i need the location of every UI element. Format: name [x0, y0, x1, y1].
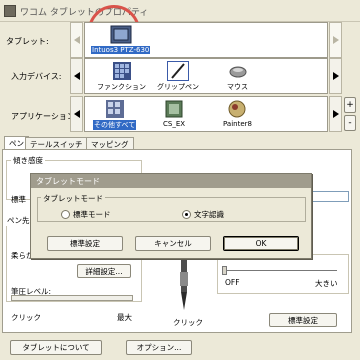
device-next-button[interactable]	[329, 58, 342, 94]
app-item-label: その他すべて	[93, 120, 137, 130]
tablet-icon	[110, 25, 132, 45]
tablet-item-label: Intuos3 PTZ-630	[91, 46, 151, 54]
text-recognition-label: 文字認識	[194, 210, 224, 219]
slider-thumb[interactable]	[222, 266, 227, 275]
about-tablet-button[interactable]: タブレットについて	[10, 340, 102, 355]
painter8-icon	[227, 99, 247, 119]
tablet-prev-button[interactable]	[70, 22, 83, 58]
device-item-grip-pen[interactable]: グリップペン	[157, 61, 199, 92]
dialog-default-button[interactable]: 標準設定	[47, 236, 123, 251]
tablet-mode-dialog: タブレットモード タブレットモード 標準モード 文字認識 標準設定 キャンセル …	[30, 173, 312, 259]
app-item-cs-ex[interactable]: CS_EX	[163, 99, 185, 128]
device-item-label: グリップペン	[157, 83, 199, 91]
device-item-label: マウス	[227, 83, 248, 91]
device-item-mouse[interactable]: マウス	[227, 61, 248, 92]
device-item-label: ファンクション	[97, 83, 146, 91]
standard-label: 標準	[11, 195, 26, 204]
right-arrow-icon	[332, 36, 339, 44]
left-arrow-icon	[73, 72, 80, 80]
pressure-level-bar	[11, 295, 133, 301]
right-arrow-icon	[332, 110, 339, 118]
app-next-button[interactable]	[329, 96, 342, 132]
app-strip: その他すべて CS_EX Painter8	[84, 96, 328, 132]
tablet-strip: Intuos3 PTZ-630	[84, 22, 328, 58]
grip-pen-icon	[167, 61, 189, 81]
detail-settings-button[interactable]: 詳細設定...	[77, 264, 131, 278]
dialog-cancel-button[interactable]: キャンセル	[135, 236, 211, 251]
dialog-ok-button[interactable]: OK	[223, 236, 299, 251]
device-row-label: 入力デバイス:	[11, 72, 62, 81]
device-item-function[interactable]: ファンクション	[97, 61, 146, 92]
right-arrow-icon	[332, 72, 339, 80]
app-item-painter8[interactable]: Painter8	[223, 99, 252, 128]
add-app-button[interactable]: +	[344, 97, 356, 113]
pen-tip-label: ペン先	[6, 215, 31, 226]
standard-mode-label: 標準モード	[73, 210, 111, 219]
function-icon	[112, 61, 132, 81]
app-row-label: アプリケーション:	[11, 112, 78, 121]
title-bar: ワコム タブレットのプロパティ	[0, 0, 360, 22]
left-arrow-icon	[73, 36, 80, 44]
tablet-next-button[interactable]	[329, 22, 342, 58]
tilt-group-label: 傾き感度	[11, 155, 45, 166]
tablet-item[interactable]: Intuos3 PTZ-630	[91, 25, 151, 54]
options-button[interactable]: オプション...	[126, 340, 192, 355]
large-label: 大きい	[315, 279, 338, 288]
all-apps-icon	[105, 99, 125, 119]
click-label: クリック	[11, 313, 41, 322]
wacom-app-icon	[4, 5, 16, 17]
max-label: 最大	[117, 313, 132, 322]
device-prev-button[interactable]	[70, 58, 83, 94]
pen-click-label: クリック	[173, 318, 203, 327]
left-arrow-icon	[73, 110, 80, 118]
reset-default-button[interactable]: 標準設定	[269, 313, 337, 327]
cs-ex-icon	[164, 99, 184, 119]
off-label: OFF	[225, 278, 240, 287]
app-item-label: Painter8	[223, 120, 252, 128]
slider-track	[225, 270, 337, 271]
text-recognition-radio[interactable]	[182, 210, 191, 219]
app-prev-button[interactable]	[70, 96, 83, 132]
tablet-row-label: タブレット:	[6, 37, 49, 46]
app-item-all-others[interactable]: その他すべて	[93, 99, 137, 130]
dialog-title-bar: タブレットモード	[31, 174, 311, 188]
dialog-title: タブレットモード	[36, 177, 100, 186]
standard-mode-radio[interactable]	[61, 210, 70, 219]
app-item-label: CS_EX	[163, 120, 186, 128]
tablet-mode-group-label: タブレットモード	[41, 193, 105, 204]
device-strip: ファンクション グリップペン マウス	[84, 58, 328, 94]
remove-app-button[interactable]: -	[344, 115, 356, 131]
mouse-icon	[228, 61, 248, 81]
